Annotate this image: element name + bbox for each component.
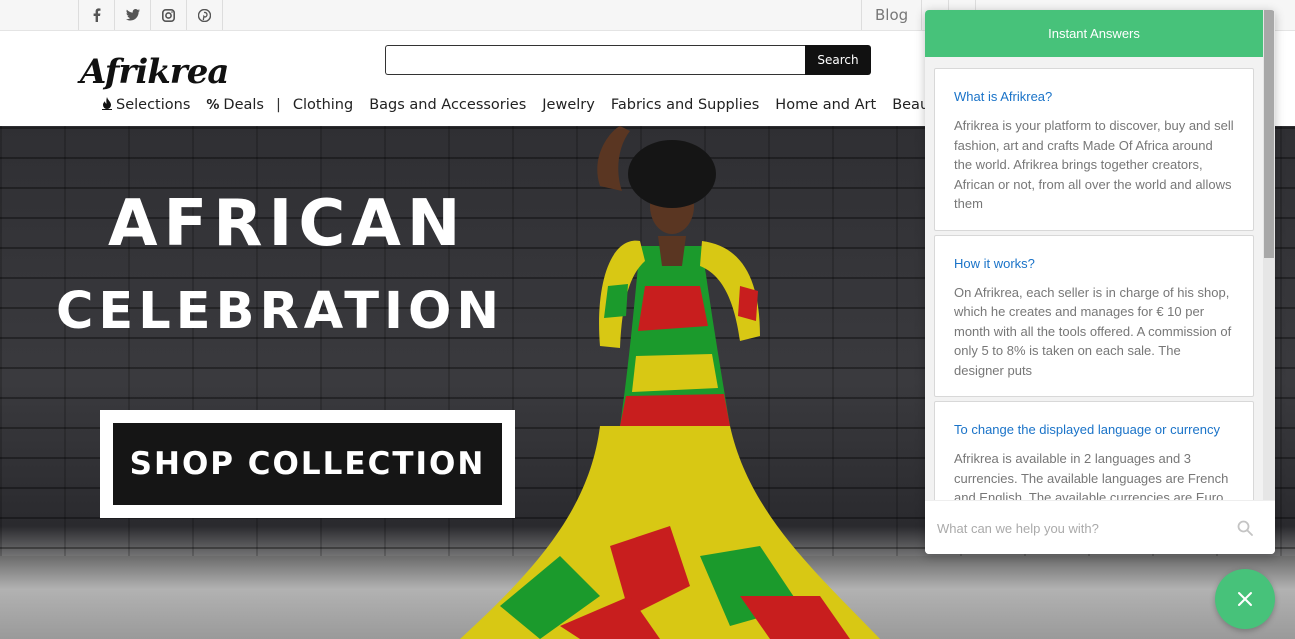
flame-icon: [102, 96, 112, 114]
nav-item-jewelry[interactable]: Jewelry: [542, 97, 595, 113]
nav-item-fabrics[interactable]: Fabrics and Supplies: [611, 97, 759, 113]
instagram-icon[interactable]: [151, 0, 187, 30]
widget-search-bar: [925, 500, 1275, 554]
nav-item-clothing[interactable]: Clothing: [293, 97, 353, 113]
article-card[interactable]: What is Afrikrea? Afrikrea is your platf…: [934, 68, 1254, 231]
nav-item-home-art[interactable]: Home and Art: [775, 97, 876, 113]
nav-item-selections[interactable]: Selections: [102, 96, 191, 114]
help-search-input[interactable]: [937, 515, 1227, 541]
shop-collection-label: SHOP COLLECTION: [113, 423, 502, 505]
search-button[interactable]: Search: [805, 45, 871, 75]
instant-answers-widget: Instant Answers What is Afrikrea? Afrikr…: [925, 10, 1275, 554]
nav-item-label: Deals: [223, 97, 264, 113]
widget-scrollbar-thumb[interactable]: [1264, 10, 1274, 258]
close-widget-button[interactable]: [1215, 569, 1275, 629]
percent-icon: %: [206, 97, 220, 113]
hero-title-line1: AFRICAN: [108, 187, 467, 261]
article-question[interactable]: What is Afrikrea?: [954, 89, 1234, 104]
hero-title-line2: CELEBRATION: [56, 282, 505, 341]
nav-item-label: Selections: [116, 97, 191, 113]
hero-model-image: [460, 126, 880, 639]
article-card[interactable]: How it works? On Afrikrea, each seller i…: [934, 234, 1254, 397]
article-question[interactable]: How it works?: [954, 256, 1234, 271]
nav-item-deals[interactable]: % Deals: [206, 97, 264, 113]
search-bar: Search: [385, 45, 871, 75]
widget-article-list: What is Afrikrea? Afrikrea is your platf…: [925, 57, 1263, 500]
social-links: [78, 0, 223, 30]
widget-title: Instant Answers: [925, 10, 1263, 57]
article-answer: Afrikrea is your platform to discover, b…: [954, 118, 1234, 211]
article-card[interactable]: To change the displayed language or curr…: [934, 401, 1254, 500]
article-answer: On Afrikrea, each seller is in charge of…: [954, 284, 1232, 378]
category-nav: Selections % Deals | Clothing Bags and A…: [102, 94, 925, 116]
widget-scrollbar[interactable]: [1263, 10, 1275, 500]
nav-item-bags[interactable]: Bags and Accessories: [369, 97, 526, 113]
twitter-icon[interactable]: [115, 0, 151, 30]
article-question[interactable]: To change the displayed language or curr…: [954, 422, 1234, 437]
logo-text: Afrikrea: [80, 52, 229, 92]
nav-separator: |: [275, 97, 281, 113]
site-logo[interactable]: Afrikrea: [80, 48, 232, 100]
facebook-icon[interactable]: [79, 0, 115, 30]
pinterest-icon[interactable]: [187, 0, 223, 30]
search-icon[interactable]: [1237, 520, 1253, 536]
blog-link[interactable]: Blog: [861, 0, 921, 30]
nav-item-beauty[interactable]: Beauty: [892, 97, 925, 113]
shop-collection-button[interactable]: SHOP COLLECTION: [100, 410, 515, 518]
close-icon: [1238, 592, 1252, 606]
article-answer: Afrikrea is available in 2 languages and…: [954, 451, 1229, 500]
search-input[interactable]: [385, 45, 805, 75]
